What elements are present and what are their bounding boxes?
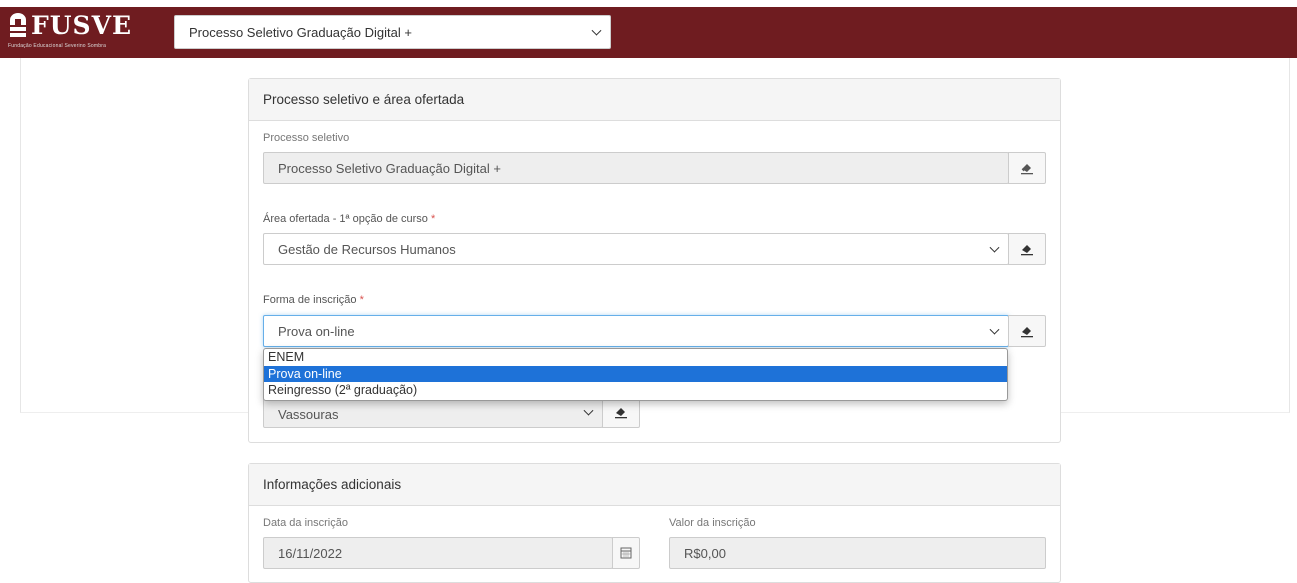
area-label: Área ofertada - 1ª opção de curso * — [263, 213, 435, 225]
process-select-value: Processo Seletivo Graduação Digital + — [189, 25, 412, 40]
required-mark: * — [430, 213, 436, 225]
option-enem[interactable]: ENEM — [264, 349, 1007, 366]
eraser-icon — [1021, 164, 1033, 175]
required-mark: * — [359, 294, 364, 306]
polo-value: Vassouras — [278, 407, 339, 422]
forma-value: Prova on-line — [278, 324, 355, 339]
processo-field: Processo Seletivo Graduação Digital + — [263, 152, 1009, 184]
forma-inscricao-options: ENEM Prova on-line Reingresso (2ª gradua… — [263, 348, 1008, 401]
area-value: Gestão de Recursos Humanos — [278, 242, 456, 257]
logo-subtitle: Fundação Educacional Severino Sombra — [8, 43, 107, 49]
top-navbar: FUSVE Fundação Educacional Severino Somb… — [0, 7, 1297, 58]
calendar-button[interactable] — [612, 537, 640, 569]
area-select[interactable]: Gestão de Recursos Humanos — [263, 233, 1009, 265]
processo-label: Processo seletivo — [263, 132, 350, 144]
forma-label-text: Forma de inscrição — [263, 294, 357, 306]
data-inscricao-label: Data da inscrição — [263, 517, 348, 529]
forma-inscricao-select[interactable]: Prova on-line — [263, 315, 1009, 347]
data-inscricao-value: 16/11/2022 — [278, 546, 343, 561]
clear-area-button[interactable] — [1008, 233, 1046, 265]
area-label-text: Área ofertada - 1ª opção de curso — [263, 213, 428, 225]
forma-label: Forma de inscrição * — [263, 294, 364, 306]
valor-inscricao-value: R$0,00 — [684, 546, 726, 561]
panel-title: Informações adicionais — [249, 464, 1060, 506]
logo-text: FUSVE — [31, 11, 133, 40]
option-reingresso[interactable]: Reingresso (2ª graduação) — [264, 382, 1007, 399]
chevron-down-icon — [989, 242, 1000, 253]
processo-value: Processo Seletivo Graduação Digital + — [278, 161, 501, 176]
eraser-icon — [1021, 245, 1033, 256]
eraser-icon — [615, 408, 627, 419]
logo-mark-icon — [10, 13, 26, 37]
chevron-down-icon — [591, 25, 602, 36]
option-prova-online[interactable]: Prova on-line — [264, 365, 1007, 382]
fusve-logo[interactable]: FUSVE Fundação Educacional Severino Somb… — [8, 11, 133, 50]
clear-processo-button[interactable] — [1008, 152, 1046, 184]
eraser-icon — [1021, 327, 1033, 338]
process-select[interactable]: Processo Seletivo Graduação Digital + — [174, 15, 611, 49]
data-inscricao-field: 16/11/2022 — [263, 537, 613, 569]
chevron-down-icon — [583, 405, 594, 416]
valor-inscricao-label: Valor da inscrição — [669, 517, 756, 529]
calendar-icon — [620, 547, 632, 559]
panel-title: Processo seletivo e área ofertada — [249, 79, 1060, 121]
clear-forma-button[interactable] — [1008, 315, 1046, 347]
valor-inscricao-field: R$0,00 — [669, 537, 1046, 569]
chevron-down-icon — [989, 324, 1000, 335]
